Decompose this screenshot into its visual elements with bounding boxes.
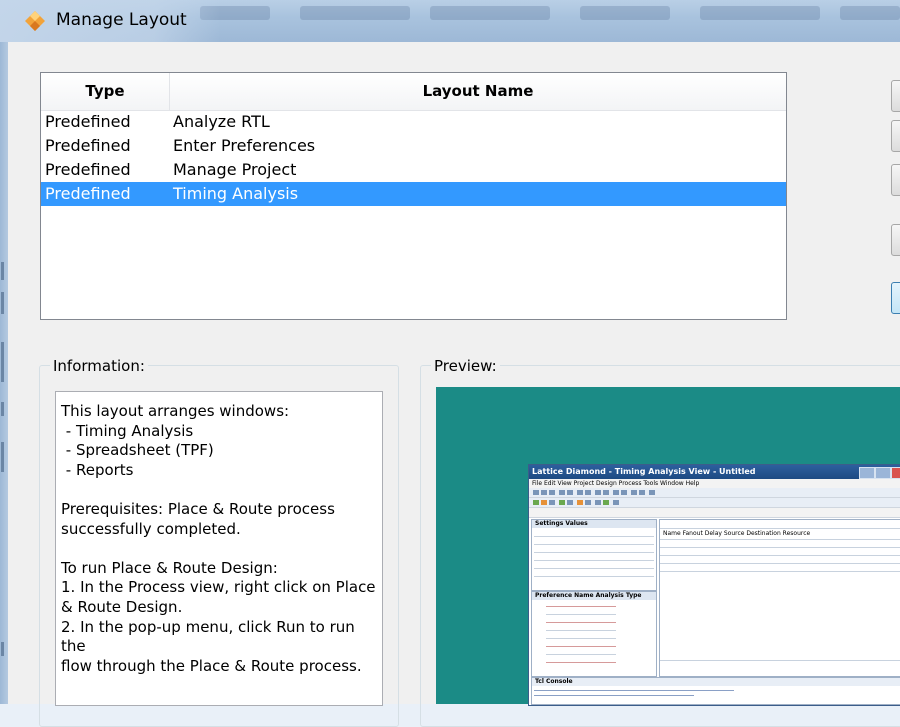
column-header-layout-name[interactable]: Layout Name bbox=[170, 73, 786, 110]
background-blur bbox=[840, 6, 900, 20]
window-title: Manage Layout bbox=[56, 10, 187, 30]
preview-screenshot: Lattice Diamond - Timing Analysis View -… bbox=[528, 464, 900, 706]
background-blur bbox=[430, 6, 550, 20]
preview-image: Lattice Diamond - Timing Analysis View -… bbox=[436, 387, 900, 706]
mini-preference-panel: Preference Name Analysis Type bbox=[531, 591, 657, 677]
column-header-type[interactable]: Type bbox=[41, 73, 170, 110]
mini-timing-header: Name Fanout Delay Source Destination Res… bbox=[660, 530, 900, 538]
table-row[interactable]: Predefined Manage Project bbox=[41, 158, 786, 182]
information-textbox[interactable]: This layout arranges windows: - Timing A… bbox=[55, 391, 383, 706]
dialog-client: Type Layout Name Predefined Analyze RTL … bbox=[8, 42, 900, 727]
dialog-button[interactable] bbox=[891, 224, 900, 256]
dialog-button[interactable] bbox=[891, 164, 900, 196]
mini-timing-panel: Name Fanout Delay Source Destination Res… bbox=[659, 519, 900, 677]
mini-console-header: Tcl Console bbox=[532, 678, 900, 686]
row-layout-name: Timing Analysis bbox=[173, 184, 299, 203]
table-row-selected[interactable]: Predefined Timing Analysis bbox=[41, 182, 786, 206]
dialog-button[interactable] bbox=[891, 80, 900, 112]
dialog-default-button[interactable] bbox=[891, 282, 900, 314]
mini-settings-header: Settings Values bbox=[532, 520, 656, 528]
row-type: Predefined bbox=[45, 112, 131, 131]
table-row[interactable]: Predefined Enter Preferences bbox=[41, 134, 786, 158]
mini-close-icon bbox=[891, 467, 900, 479]
background-blur bbox=[300, 6, 410, 20]
table-row[interactable]: Predefined Analyze RTL bbox=[41, 110, 786, 134]
row-layout-name: Enter Preferences bbox=[173, 136, 316, 155]
row-layout-name: Manage Project bbox=[173, 160, 297, 179]
background-blur bbox=[580, 6, 670, 20]
lattice-diamond-icon bbox=[25, 11, 45, 31]
information-text: This layout arranges windows: - Timing A… bbox=[61, 402, 376, 675]
mini-menubar: File Edit View Project Design Process To… bbox=[529, 479, 900, 488]
mini-tabbar bbox=[529, 508, 900, 518]
mini-settings-panel: Settings Values bbox=[531, 519, 657, 591]
mini-preference-header: Preference Name Analysis Type bbox=[532, 592, 656, 600]
dialog-button[interactable] bbox=[891, 120, 900, 152]
row-layout-name: Analyze RTL bbox=[173, 112, 270, 131]
mini-console-panel: Tcl Console bbox=[531, 677, 900, 705]
mini-minimize-icon bbox=[859, 467, 875, 479]
layout-table[interactable]: Type Layout Name Predefined Analyze RTL … bbox=[40, 72, 787, 320]
background-blur bbox=[700, 6, 820, 20]
row-type: Predefined bbox=[45, 136, 131, 155]
table-header: Type Layout Name bbox=[41, 73, 786, 111]
mini-toolbar bbox=[529, 498, 900, 508]
preview-label: Preview: bbox=[431, 357, 500, 375]
row-type: Predefined bbox=[45, 184, 131, 203]
row-type: Predefined bbox=[45, 160, 131, 179]
title-bar[interactable]: Manage Layout bbox=[0, 0, 900, 42]
mini-title: Lattice Diamond - Timing Analysis View -… bbox=[529, 465, 900, 479]
window-frame-left bbox=[0, 42, 8, 704]
information-label: Information: bbox=[50, 357, 148, 375]
mini-maximize-icon bbox=[875, 467, 891, 479]
mini-toolbar bbox=[529, 488, 900, 498]
